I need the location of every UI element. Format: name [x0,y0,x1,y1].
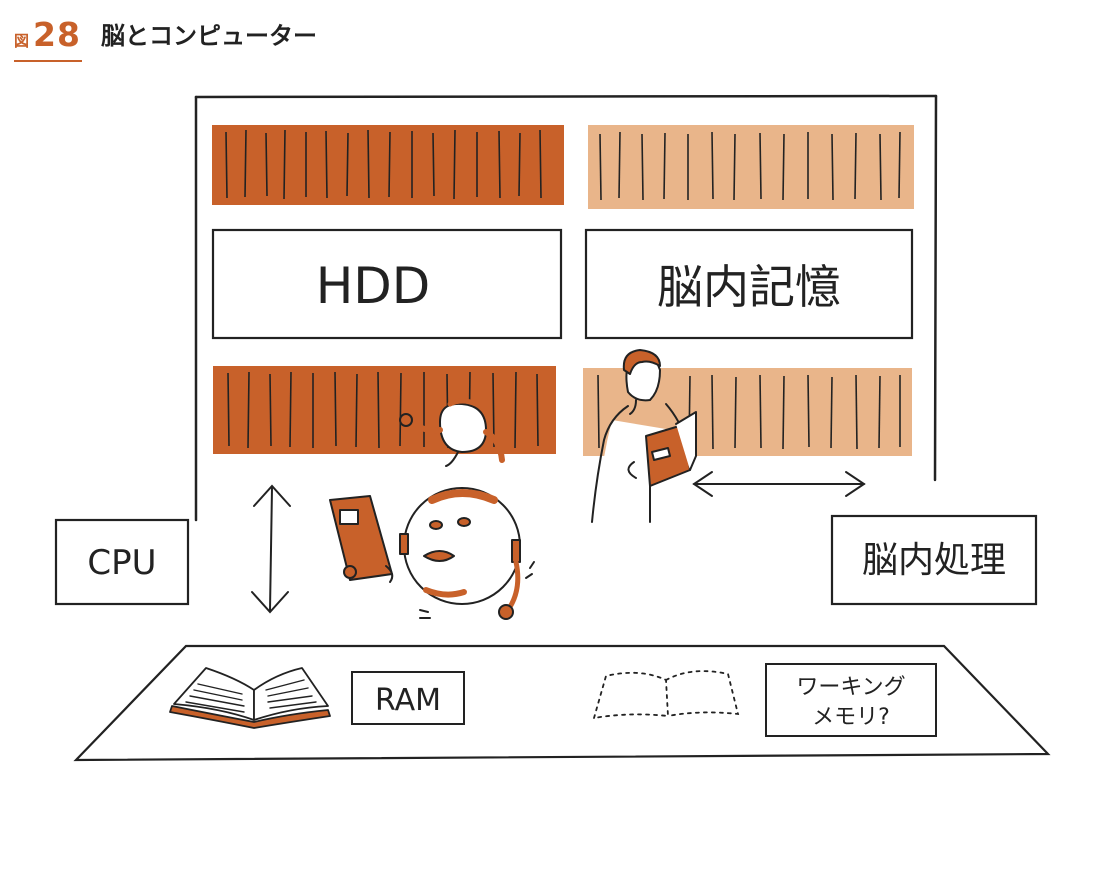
hdd-box: HDD [211,228,563,340]
working-memory-label-line1: ワーキング [796,675,905,700]
brain-memory-label: 脳内記憶 [657,260,841,314]
dotted-open-book-illustration [592,670,740,720]
hdd-label: HDD [316,257,431,315]
working-memory-box: ワーキング メモリ? [765,663,937,737]
brain-processing-box: 脳内処理 [830,514,1038,606]
ram-box: RAM [351,671,465,725]
working-memory-label-line2: メモリ? [812,705,890,730]
book-row-top-left [212,125,564,205]
arrow-horizontal [692,471,866,497]
cpu-label: CPU [87,543,156,583]
brain-processing-label: 脳内処理 [862,540,1006,581]
book-row-top-right [588,125,914,209]
ram-label: RAM [375,683,441,718]
brain-memory-box: 脳内記憶 [584,228,914,340]
cpu-box: CPU [54,518,190,606]
diagram-canvas: HDD 脳内記憶 CPU 脳内処理 RAM ワーキング メモリ? [54,94,1051,762]
book-row-bottom-left [213,366,556,454]
open-book-illustration [169,667,331,729]
arrow-vertical [251,484,291,614]
